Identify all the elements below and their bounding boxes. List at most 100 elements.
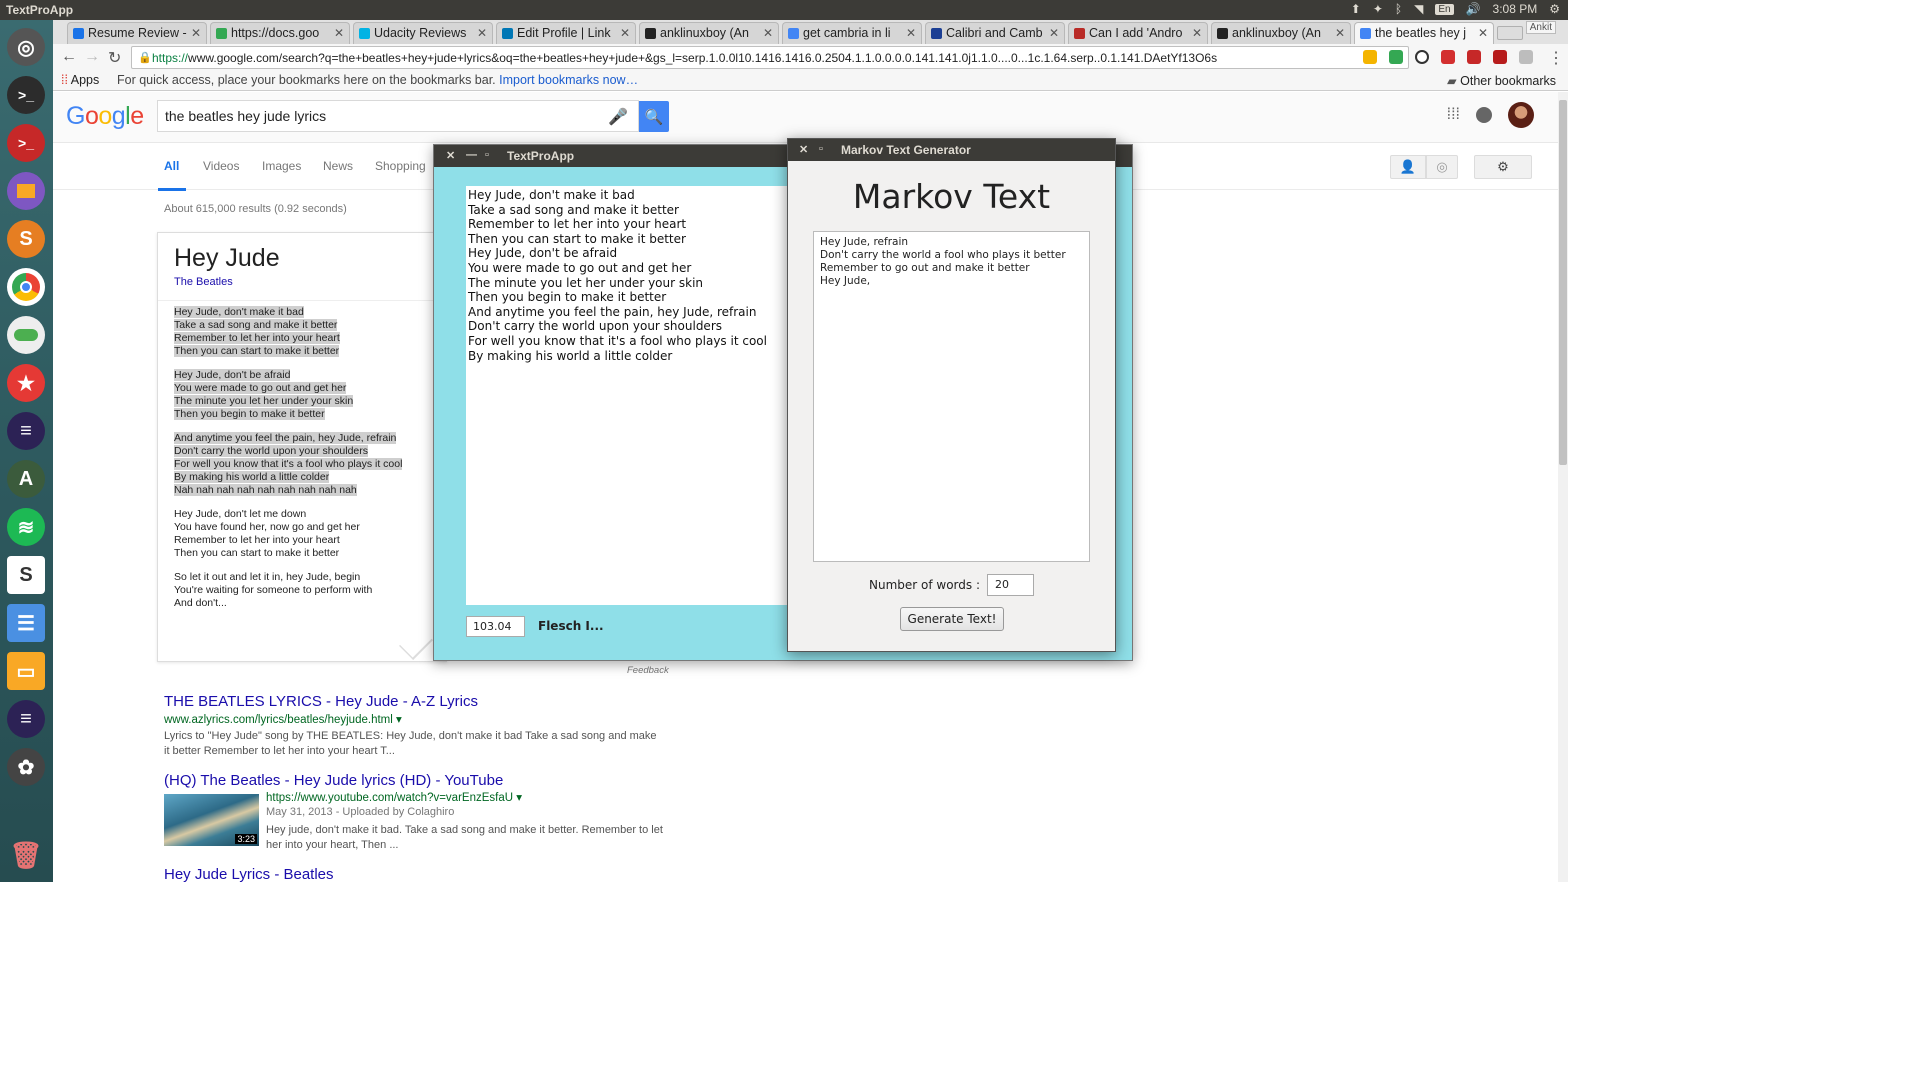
eclipse-2-icon[interactable]: ≡ <box>7 700 45 738</box>
close-icon[interactable]: ✕ <box>334 26 344 40</box>
generate-text-button[interactable]: Generate Text! <box>900 607 1004 631</box>
minimize-icon[interactable]: — <box>466 149 477 161</box>
maximize-icon[interactable]: ▫ <box>819 143 823 155</box>
markov-titlebar[interactable]: ✕ ▫ Markov Text Generator <box>788 139 1115 161</box>
browser-tab-active[interactable]: the beatles hey j ✕ <box>1354 22 1494 44</box>
google-logo[interactable]: Google <box>66 102 144 131</box>
profile-name[interactable]: Ankit <box>1525 21 1556 34</box>
dropdown-arrow-icon[interactable]: ▾ <box>396 714 402 726</box>
print-extension-icon[interactable] <box>1519 50 1533 64</box>
chrome-icon[interactable] <box>7 268 45 306</box>
feedback-link[interactable]: Feedback <box>627 665 669 676</box>
result-title[interactable]: Hey Jude Lyrics - Beatles <box>164 866 334 883</box>
browser-tab[interactable]: Edit Profile | Link ✕ <box>496 22 636 44</box>
toggle-app-icon[interactable] <box>7 316 45 354</box>
volume-icon[interactable]: 🔊 <box>1466 2 1481 16</box>
files-icon[interactable] <box>7 172 45 210</box>
close-icon[interactable]: ✕ <box>446 149 455 162</box>
adblock-icon[interactable] <box>1441 50 1455 64</box>
expand-chevron-icon[interactable] <box>399 626 433 660</box>
microphone-icon[interactable]: 🎤 <box>608 107 628 127</box>
result-title[interactable]: (HQ) The Beatles - Hey Jude lyrics (HD) … <box>164 772 503 789</box>
trash-icon[interactable]: 🗑 <box>7 836 45 874</box>
maximize-icon[interactable]: ▫ <box>485 149 489 161</box>
bluetooth-icon[interactable]: ᛒ <box>1395 2 1402 16</box>
forward-icon[interactable]: → <box>84 48 100 66</box>
browser-tab[interactable]: Udacity Reviews ✕ <box>353 22 493 44</box>
page-scrollbar[interactable] <box>1558 92 1568 882</box>
close-icon[interactable]: ✕ <box>799 143 808 156</box>
avatar[interactable] <box>1508 102 1534 128</box>
close-icon[interactable]: ✕ <box>191 26 201 40</box>
tab-all[interactable]: All <box>157 159 187 191</box>
close-icon[interactable]: ✕ <box>1335 26 1345 40</box>
search-button[interactable]: 🔍 <box>639 101 669 132</box>
youtube-extension-icon[interactable] <box>1467 50 1481 64</box>
scrollbar-thumb[interactable] <box>1559 100 1567 465</box>
browser-tab[interactable]: Calibri and Camb ✕ <box>925 22 1065 44</box>
tab-images[interactable]: Images <box>262 159 301 173</box>
close-icon[interactable]: ✕ <box>477 26 487 40</box>
close-icon[interactable]: ✕ <box>1049 26 1059 40</box>
result-title[interactable]: THE BEATLES LYRICS - Hey Jude - A-Z Lyri… <box>164 693 657 710</box>
artist-link[interactable]: The Beatles <box>174 276 233 288</box>
tab-videos[interactable]: Videos <box>203 159 239 173</box>
browser-tab[interactable]: anklinuxboy (An ✕ <box>639 22 779 44</box>
clock[interactable]: 3:08 PM <box>1493 2 1538 16</box>
new-tab-button[interactable] <box>1497 26 1523 40</box>
wifi-icon[interactable]: ◥ <box>1414 2 1423 16</box>
settings-button[interactable]: ⚙ <box>1474 155 1532 179</box>
text-editor-icon[interactable]: ☰ <box>7 604 45 642</box>
address-bar[interactable]: 🔒 https://www.google.com/search?q=the+be… <box>131 46 1409 69</box>
search-input[interactable]: the beatles hey jude lyrics 🎤 <box>157 100 639 132</box>
close-icon[interactable]: ✕ <box>763 26 773 40</box>
eclipse-icon[interactable]: ≡ <box>7 412 45 450</box>
word-count-field[interactable]: 20 <box>987 574 1034 596</box>
close-icon[interactable]: ✕ <box>620 26 630 40</box>
notifications-icon[interactable] <box>1476 107 1492 123</box>
browser-tab[interactable]: get cambria in li ✕ <box>782 22 922 44</box>
generated-text-area[interactable]: Hey Jude, refrain Don't carry the world … <box>813 231 1090 562</box>
close-icon[interactable]: ✕ <box>906 26 916 40</box>
shield-icon[interactable] <box>1389 50 1403 64</box>
slack-icon[interactable]: S <box>7 556 45 594</box>
browser-tab[interactable]: https://docs.goo ✕ <box>210 22 350 44</box>
gmail-extension-icon[interactable] <box>1493 50 1507 64</box>
info-extension-icon[interactable] <box>1415 50 1429 64</box>
text-input-area[interactable]: Hey Jude, don't make it bad Take a sad s… <box>466 186 796 605</box>
browser-tab[interactable]: Can I add 'Andro ✕ <box>1068 22 1208 44</box>
close-icon[interactable]: ✕ <box>1478 26 1488 40</box>
tab-news[interactable]: News <box>323 159 353 173</box>
other-bookmarks[interactable]: ▰ Other bookmarks <box>1447 73 1556 88</box>
browser-tab[interactable]: anklinuxboy (An ✕ <box>1211 22 1351 44</box>
terminal-icon[interactable]: >_ <box>7 76 45 114</box>
spotify-icon[interactable]: ≋ <box>7 508 45 546</box>
keyboard-language[interactable]: En <box>1435 3 1454 15</box>
import-bookmarks-link[interactable]: Import bookmarks now… <box>499 73 638 87</box>
hide-personal-results-button[interactable]: ◎ <box>1426 155 1458 179</box>
video-thumbnail[interactable]: 3:23 <box>164 794 259 846</box>
folder-icon[interactable]: ▭ <box>7 652 45 690</box>
android-studio-icon[interactable]: A <box>7 460 45 498</box>
extension-icon[interactable] <box>1363 50 1377 64</box>
bookmark-app-icon[interactable]: ★ <box>7 364 45 402</box>
apps-grid-icon[interactable]: ⁞⁞⁞ <box>1447 106 1460 124</box>
terminal-red-icon[interactable]: >_ <box>7 124 45 162</box>
upload-icon[interactable]: ⬆ <box>1351 2 1361 16</box>
s-app-icon[interactable]: S <box>7 220 45 258</box>
apps-shortcut[interactable]: ⁞⁞ Apps <box>61 73 99 87</box>
dropbox-icon[interactable]: ✦ <box>1373 2 1383 16</box>
dash-icon[interactable]: ◎ <box>7 28 45 66</box>
flesch-score-field[interactable]: 103.04 <box>466 616 525 637</box>
personal-results-button[interactable]: 👤 <box>1390 155 1426 179</box>
close-icon[interactable]: ✕ <box>1192 26 1202 40</box>
back-icon[interactable]: ← <box>61 48 77 66</box>
tab-shopping[interactable]: Shopping <box>375 159 426 173</box>
settings-icon[interactable]: ⚙ <box>1549 2 1560 16</box>
chrome-menu-icon[interactable]: ⋮ <box>1548 48 1564 68</box>
reload-icon[interactable]: ↻ <box>108 48 121 68</box>
browser-tab[interactable]: Resume Review - ✕ <box>67 22 207 44</box>
gear-app-icon[interactable]: ✿ <box>7 748 45 786</box>
logo-letter: o <box>84 102 99 130</box>
dropdown-arrow-icon[interactable]: ▾ <box>516 792 522 804</box>
